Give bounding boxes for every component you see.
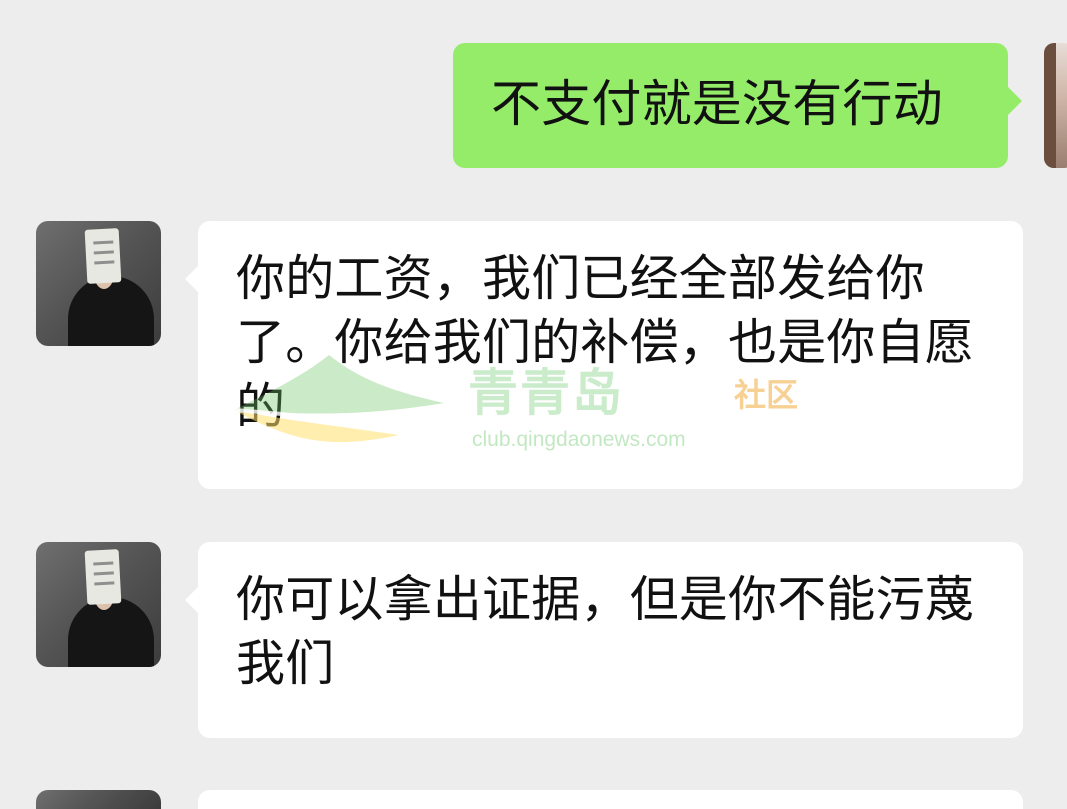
contact-avatar-partial[interactable] [36, 790, 161, 809]
avatar-hair [1044, 43, 1056, 168]
avatar-figure [68, 276, 154, 346]
message-bubble-contact[interactable]: 你可以拿出证据，但是你不能污蔑我们 [185, 542, 1023, 738]
message-bubble-contact-partial[interactable] [198, 790, 1023, 809]
avatar-book [84, 228, 122, 284]
bubble-tail [185, 265, 199, 293]
bubble-tail [1008, 87, 1022, 115]
message-text: 你的工资，我们已经全部发给你了。你给我们的补偿，也是你自愿的 [236, 250, 975, 435]
bubble-tail [185, 586, 199, 614]
message-text: 不支付就是没有行动 [491, 75, 943, 133]
contact-avatar[interactable] [36, 221, 161, 346]
message-text: 你可以拿出证据，但是你不能污蔑我们 [236, 571, 975, 692]
self-avatar[interactable] [1044, 43, 1067, 168]
message-bubble-self[interactable]: 不支付就是没有行动 [453, 43, 1022, 168]
contact-avatar[interactable] [36, 542, 161, 667]
message-bubble-contact[interactable]: 你的工资，我们已经全部发给你了。你给我们的补偿，也是你自愿的 [185, 221, 1023, 489]
avatar-figure [68, 597, 154, 667]
avatar-book [84, 549, 122, 605]
